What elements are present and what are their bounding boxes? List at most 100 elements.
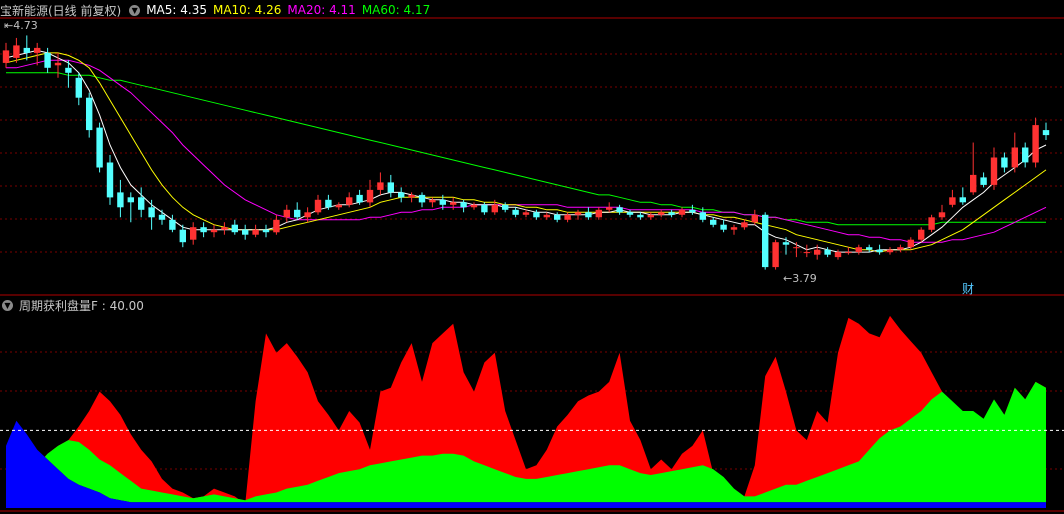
candle-down [138, 197, 145, 210]
candle-down [1022, 147, 1029, 163]
candle-up [949, 197, 956, 205]
ma60-label: MA60: 4.17 [361, 3, 431, 17]
candle-up [34, 47, 41, 53]
candle-up [658, 212, 665, 215]
candle-up [210, 229, 218, 233]
candle-down [387, 182, 394, 193]
candle-up [314, 199, 322, 213]
candle-down [179, 229, 186, 243]
indicator-title: 周期获利盘量F : 40.00 [19, 298, 144, 313]
ma20-label: MA20: 4.11 [287, 3, 356, 17]
candle-down [762, 214, 769, 268]
candle-up [543, 214, 550, 218]
candle-up [595, 209, 602, 218]
candle-down [502, 204, 509, 210]
candle-up [834, 252, 842, 258]
candle-down [876, 249, 883, 253]
profit-indicator-areas [0, 315, 1064, 508]
candle-up [304, 212, 311, 218]
candle-up [886, 249, 894, 253]
candle-down [356, 194, 363, 203]
candle-down [231, 224, 238, 233]
financial-report-marker[interactable]: 财 [962, 280, 974, 297]
candle-down [75, 77, 82, 98]
candle-down [169, 219, 176, 230]
candle-up [907, 239, 914, 248]
candle-down [325, 199, 332, 208]
candle-down [637, 214, 644, 218]
high-price-annotation: ⇤4.73 [4, 19, 38, 32]
candle-down [616, 207, 623, 213]
candle-down [585, 212, 592, 218]
candle-up [13, 45, 20, 58]
candle-down [866, 247, 873, 250]
candle-up [450, 202, 457, 205]
ma10-label: MA10: 4.26 [212, 3, 282, 17]
candle-up [793, 247, 800, 249]
candle-up [408, 194, 415, 198]
candle-up [606, 207, 613, 210]
candle-down [200, 227, 207, 233]
candle-up [429, 199, 436, 203]
candle-up [855, 247, 862, 253]
candle-up [751, 214, 758, 223]
high-price-label: 4.73 [13, 19, 38, 32]
candle-up [814, 249, 821, 255]
candle-up [990, 157, 998, 185]
candle-down [782, 242, 790, 245]
ma5-label: MA5: 4.35 [146, 3, 207, 17]
candle-down [689, 209, 696, 213]
candle-down [418, 194, 426, 203]
candle-up [522, 212, 530, 215]
candle-down [127, 197, 134, 203]
candle-up [741, 222, 748, 228]
candle-down [65, 67, 72, 73]
candle-down [242, 229, 249, 235]
ma60-line [6, 72, 1046, 226]
candle-down [512, 209, 519, 215]
candle-up [574, 212, 582, 215]
candle-down [262, 229, 270, 233]
candle-up [491, 204, 498, 213]
candle-down [294, 209, 301, 218]
chevron-down-icon[interactable]: ▼ [129, 4, 141, 16]
candle-down [44, 52, 51, 68]
candle-up [54, 62, 62, 66]
low-price-label: 3.79 [792, 272, 817, 285]
candle-down [710, 219, 717, 225]
candle-up [897, 247, 904, 250]
candle-up [928, 217, 935, 230]
candle-up [190, 227, 197, 240]
candle-up [2, 50, 10, 63]
candle-down [158, 214, 166, 220]
candle-down [96, 127, 103, 168]
candle-up [366, 189, 374, 203]
candle-down [398, 192, 405, 198]
candle-down [824, 249, 831, 255]
candle-up [1032, 125, 1039, 163]
candle-up [564, 214, 571, 220]
low-price-annotation: ←3.79 [783, 272, 817, 285]
candle-down [439, 199, 446, 205]
candle-up [283, 209, 290, 218]
candle-up [678, 209, 686, 215]
candle-up [772, 242, 779, 268]
candle-down [720, 224, 727, 230]
candle-down [959, 197, 966, 203]
candle-up [938, 212, 946, 218]
candle-up [730, 227, 738, 230]
candle-up [252, 229, 259, 235]
high-arrow-icon: ⇤ [4, 19, 14, 32]
candle-up [346, 197, 353, 205]
low-arrow-icon: ← [783, 272, 793, 285]
candle-down [668, 212, 675, 215]
candle-up [845, 252, 852, 254]
candle-down [86, 97, 93, 131]
indicator-panel-header: ▼ 周期获利盘量F : 40.00 [0, 297, 150, 313]
candle-down [23, 47, 30, 53]
candle-down [980, 177, 987, 185]
chevron-down-icon[interactable]: ▼ [2, 299, 13, 311]
stock-title: 宝新能源(日线 前复权) [0, 3, 122, 18]
candle-down [148, 207, 155, 218]
candle-down [117, 192, 124, 208]
